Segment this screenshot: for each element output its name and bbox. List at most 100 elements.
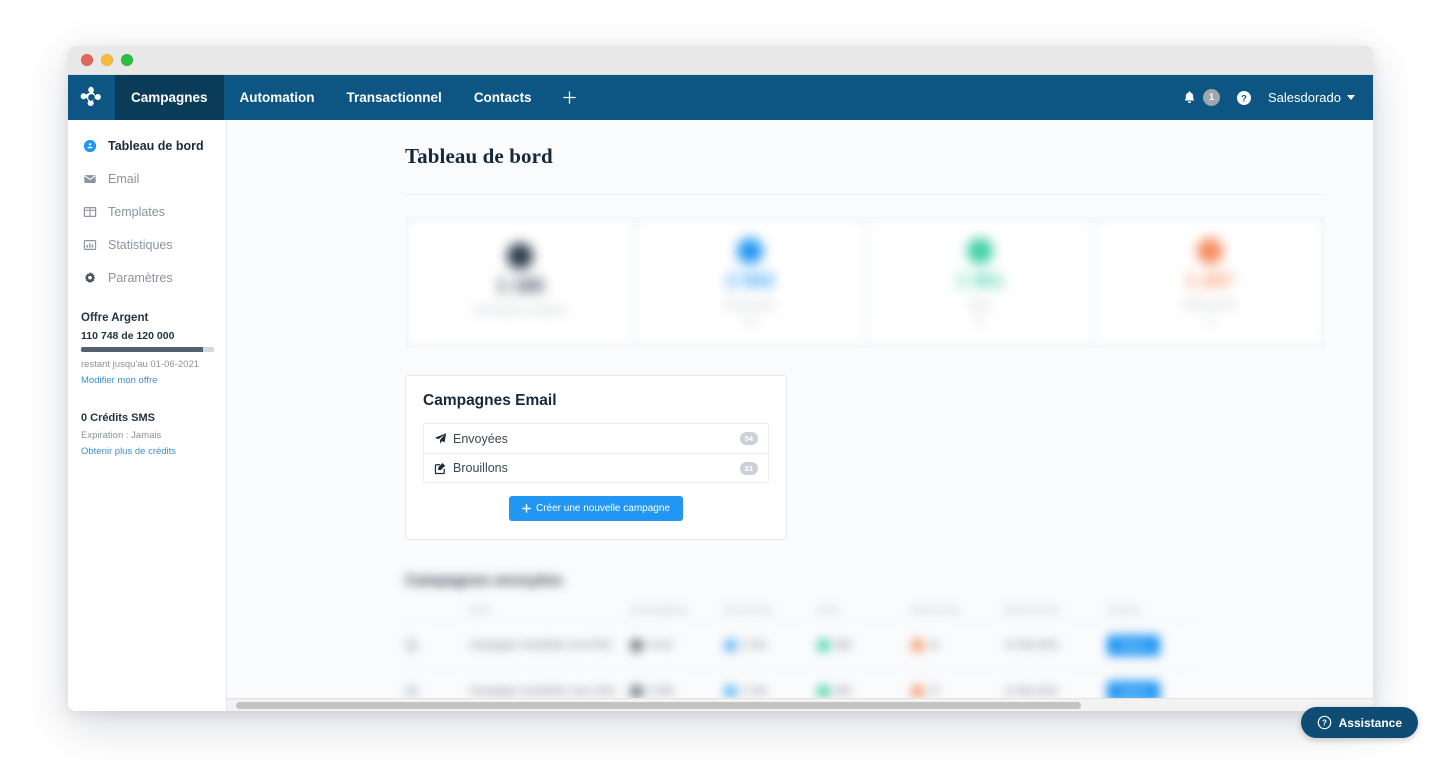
gear-icon [82, 271, 97, 285]
nav-tab-list: Campagnes Automation Transactionnel Cont… [115, 75, 591, 120]
plan-progress-bar [81, 347, 214, 352]
kpi-icon [507, 242, 534, 269]
create-new-campaign-button[interactable]: Créer une nouvelle campagne [509, 496, 683, 521]
sidebar-item-statistiques[interactable]: Statistiques [68, 228, 226, 261]
sidebar-item-label: Paramètres [108, 270, 173, 285]
pencil-square-icon [434, 462, 451, 475]
nav-tab-label: Automation [239, 90, 315, 105]
send-date: 12 Mai 2021 [1004, 640, 1060, 651]
campaign-row-envoyees[interactable]: Envoyées 54 [424, 424, 768, 453]
nav-tab-contacts[interactable]: Contacts [458, 75, 548, 120]
title-divider [405, 194, 1325, 195]
plan-expiry-text: restant jusqu'au 01-06-2021 [81, 359, 200, 370]
zoom-window-button[interactable] [121, 54, 133, 66]
user-account-name: Salesdorado [1268, 90, 1341, 105]
sidebar-item-label: Tableau de bord [108, 138, 204, 153]
table-row[interactable]: Campagne newsletter avril 2021 9 412 2 3… [405, 622, 1195, 668]
row-select[interactable] [405, 685, 469, 698]
email-campaigns-title: Campagnes Email [423, 392, 557, 409]
sidebar-item-label: Email [108, 171, 140, 186]
sendinblue-pinwheel-logo[interactable] [68, 75, 115, 120]
columns-icon [82, 205, 97, 219]
row-action-cell[interactable]: Rapport [1107, 635, 1195, 656]
unsub-cell: 31 [910, 639, 1005, 652]
kpi-card[interactable]: 1 061 Clics 9% [865, 218, 1095, 347]
sidebar-item-label: Statistiques [108, 237, 173, 252]
nav-tab-label: Contacts [473, 90, 532, 105]
column-header: Actions [1107, 605, 1141, 616]
email-campaigns-list: Envoyées 54 Brouillons 21 [423, 423, 769, 483]
column-header: Ouvertures [723, 605, 774, 616]
kpi-subvalue: 24% [742, 318, 759, 327]
nav-right-actions: 1 ? Salesdorado [1182, 75, 1373, 120]
get-more-credits-link[interactable]: Obtenir plus de crédits [81, 446, 213, 457]
clicks-cell: 884 [817, 639, 911, 652]
campaign-row-brouillons[interactable]: Brouillons 21 [424, 453, 768, 482]
svg-text:?: ? [1241, 93, 1247, 104]
user-account-menu[interactable]: Salesdorado [1268, 90, 1355, 105]
nav-tab-label: Transactionnel [346, 90, 442, 105]
sent-campaigns-section: Campagnes envoyées Nom Destinataires Ouv… [405, 572, 1325, 711]
minimize-window-button[interactable] [101, 54, 113, 66]
kpi-icon [966, 238, 993, 264]
assistance-button[interactable]: ? Assistance [1300, 707, 1418, 738]
unsub-cell: 27 [910, 685, 1005, 698]
kpi-label: Clics [968, 300, 992, 311]
close-window-button[interactable] [81, 54, 93, 66]
horizontal-scrollbar[interactable] [227, 698, 1373, 711]
campaign-name: Campagne newsletter avril 2021 [469, 640, 613, 651]
sidebar-item-parametres[interactable]: Paramètres [68, 261, 226, 294]
kpi-label: Désinscrits [1182, 300, 1237, 311]
row-action-cell[interactable]: Rapport [1107, 681, 1195, 702]
kpi-label: Nouveaux contacts [474, 304, 567, 316]
svg-text:?: ? [1322, 719, 1327, 728]
sent-campaigns-title: Campagnes envoyées [405, 572, 563, 589]
kpi-value: 2 943 [726, 271, 774, 292]
kpi-card[interactable]: 1 207 Désinscrits 1% [1095, 218, 1324, 347]
question-circle-icon: ? [1317, 715, 1331, 730]
nav-tab-label: Campagnes [131, 90, 208, 105]
help-button[interactable]: ? [1236, 90, 1252, 106]
campaign-name: Campagne newsletter mars 2021 [469, 686, 617, 697]
campaign-row-count: 21 [739, 461, 758, 475]
envelope-icon [82, 172, 97, 186]
paper-plane-icon [434, 432, 451, 445]
column-header: Destinataires [630, 605, 689, 616]
kpi-label: Ouvertures [723, 300, 777, 311]
create-new-campaign-label: Créer une nouvelle campagne [536, 503, 670, 514]
sidebar-item-email[interactable]: Email [68, 162, 226, 195]
kpi-icon [1196, 238, 1223, 264]
kpi-value: 1 061 [956, 271, 1004, 292]
sidebar-item-label: Templates [108, 204, 165, 219]
top-navigation-bar: Campagnes Automation Transactionnel Cont… [68, 75, 1373, 120]
row-select[interactable] [405, 639, 469, 652]
modify-offer-link[interactable]: Modifier mon offre [81, 375, 213, 386]
sidebar-item-templates[interactable]: Templates [68, 195, 226, 228]
clicks-cell: 802 [817, 685, 911, 698]
recipients-cell: 9 208 [630, 685, 724, 698]
kpi-subvalue: 1% [1203, 318, 1216, 327]
campaign-row-label: Brouillons [453, 461, 508, 475]
sms-credits-title: 0 Crédits SMS [81, 412, 155, 424]
opens-cell: 2 310 [723, 639, 818, 652]
sidebar-item-tableau-de-bord[interactable]: Tableau de bord [68, 129, 226, 162]
window-titlebar [68, 46, 1373, 75]
kpi-card[interactable]: 2 943 Ouvertures 24% [635, 218, 865, 347]
application-window: Campagnes Automation Transactionnel Cont… [68, 46, 1373, 711]
desktop-backdrop: Campagnes Automation Transactionnel Cont… [0, 0, 1440, 760]
kpi-card[interactable]: 1 180 Nouveaux contacts [406, 218, 635, 347]
add-new-button[interactable] [548, 75, 591, 120]
nav-tab-transactionnel[interactable]: Transactionnel [331, 75, 458, 120]
kpi-value: 1 180 [496, 275, 545, 297]
recipients-cell: 9 412 [630, 639, 724, 652]
column-header: Date d'envoi [1004, 605, 1060, 616]
plus-icon [522, 504, 531, 513]
plan-summary: Offre Argent 110 748 de 120 000 restant … [68, 294, 226, 386]
campaign-row-count: 54 [739, 432, 758, 445]
nav-tab-automation[interactable]: Automation [224, 75, 331, 120]
notifications-button[interactable]: 1 [1182, 89, 1220, 106]
nav-tab-campagnes[interactable]: Campagnes [115, 75, 224, 120]
plan-usage-text: 110 748 de 120 000 [81, 330, 175, 342]
column-header: Désinscrits [910, 605, 960, 616]
horizontal-scrollbar-thumb[interactable] [236, 702, 1081, 709]
